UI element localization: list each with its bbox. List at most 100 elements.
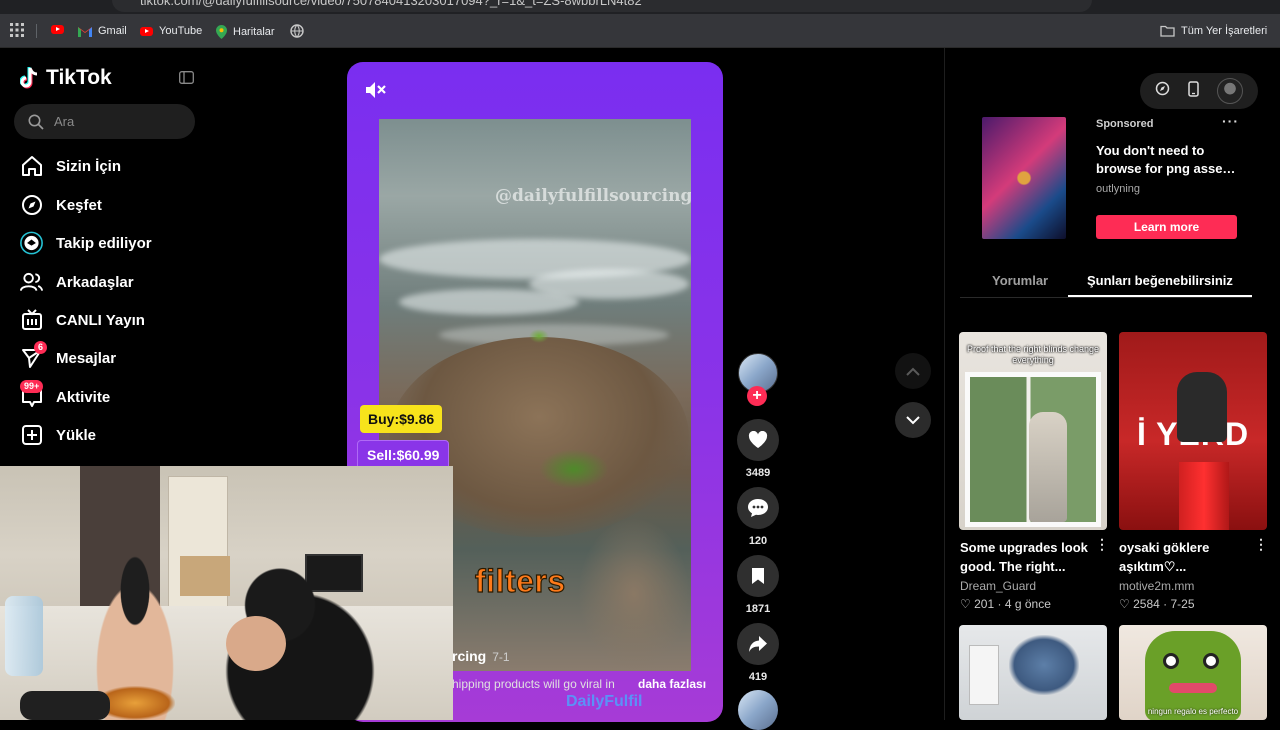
bookmark-gmail[interactable]: Gmail bbox=[78, 25, 127, 37]
top-controls bbox=[1140, 73, 1258, 109]
ad-more-options-icon[interactable]: ··· bbox=[1222, 113, 1239, 129]
sidebar-item-following[interactable]: Takip ediliyor bbox=[20, 231, 152, 255]
recommended-video-author[interactable]: Dream_Guard bbox=[960, 579, 1036, 593]
ad-text-line: browse for png asset... bbox=[1096, 161, 1236, 176]
sidebar-item-explore[interactable]: Keşfet bbox=[20, 193, 102, 217]
tab-comments[interactable]: Yorumlar bbox=[992, 273, 1048, 288]
recommended-video-stats: ♡ 201 · 4 g önce bbox=[960, 597, 1051, 611]
panel-divider bbox=[944, 48, 945, 720]
learn-more-button[interactable]: Learn more bbox=[1096, 215, 1237, 239]
mobile-icon[interactable] bbox=[1188, 80, 1199, 102]
sidebar-item-live[interactable]: CANLI Yayın bbox=[20, 308, 145, 332]
collapse-sidebar-icon[interactable] bbox=[179, 71, 194, 89]
sidebar-item-for-you[interactable]: Sizin İçin bbox=[20, 154, 121, 178]
profile-avatar[interactable] bbox=[1217, 78, 1243, 104]
active-tab-indicator bbox=[1068, 295, 1252, 297]
globe-icon[interactable] bbox=[290, 24, 304, 38]
bookmark-icon bbox=[752, 568, 764, 584]
video-watermark: @dailyfulfillsourcing bbox=[495, 186, 691, 206]
recommended-video-thumbnail[interactable]: İ YERD bbox=[1119, 332, 1267, 530]
friends-icon bbox=[20, 271, 43, 294]
sidebar-item-label: Takip ediliyor bbox=[56, 234, 152, 252]
recommended-video-title[interactable]: oysaki göklere aşıktım♡... bbox=[1119, 538, 1249, 576]
buy-price-tag: Buy:$9.86 bbox=[360, 405, 443, 433]
video-author[interactable]: rcing 7-1 bbox=[452, 648, 510, 664]
previous-video-button[interactable] bbox=[895, 353, 931, 389]
thumbnail-caption: Proof that the right blinds change every… bbox=[966, 344, 1100, 365]
more-options-icon[interactable]: ⋮ bbox=[1095, 536, 1109, 553]
comment-icon bbox=[748, 499, 768, 517]
like-button[interactable] bbox=[737, 419, 779, 461]
sidebar-item-activity[interactable]: 99+ Aktivite bbox=[20, 379, 111, 409]
bookmark-label: Haritalar bbox=[233, 26, 275, 38]
recommended-video-stats: ♡ 2584 · 7-25 bbox=[1119, 597, 1195, 611]
logo-text: TikTok bbox=[46, 66, 112, 89]
live-icon bbox=[20, 309, 43, 332]
video-age: 7-25 bbox=[1170, 597, 1195, 611]
brand-overlay: DailyFulfil bbox=[566, 693, 643, 710]
tiktok-note-icon bbox=[20, 67, 38, 89]
bookmark-maps[interactable]: Haritalar bbox=[216, 25, 275, 39]
maps-pin-icon bbox=[216, 25, 227, 39]
see-more-link[interactable]: daha fazlası bbox=[638, 677, 706, 691]
ad-thumbnail[interactable] bbox=[982, 117, 1066, 239]
activity-icon: 99+ bbox=[20, 379, 44, 409]
video-date: 7-1 bbox=[492, 650, 510, 664]
share-button[interactable] bbox=[737, 623, 779, 665]
sidebar-item-upload[interactable]: Yükle bbox=[20, 423, 96, 447]
title-line: aşıktım♡... bbox=[1119, 559, 1187, 574]
messages-icon: 6 bbox=[20, 340, 48, 370]
sidebar-item-label: Aktivite bbox=[56, 388, 111, 406]
url-field[interactable]: tiktok.com/@dailyfulfillsource/video/750… bbox=[112, 0, 1092, 12]
title-line: good. The right... bbox=[960, 559, 1066, 574]
panel-tabs: Yorumlar Şunları beğenebilirsiniz bbox=[960, 264, 1252, 298]
recommended-video-title[interactable]: Some upgrades look good. The right... bbox=[960, 538, 1090, 576]
heart-outline-icon: ♡ bbox=[960, 597, 971, 611]
upload-icon bbox=[20, 424, 43, 447]
share-icon bbox=[749, 636, 767, 652]
recommended-video-author[interactable]: motive2m.mm bbox=[1119, 579, 1194, 593]
sidebar-item-friends[interactable]: Arkadaşlar bbox=[20, 270, 134, 294]
next-creator-avatar[interactable] bbox=[738, 690, 778, 730]
bookmark-separator bbox=[36, 24, 37, 38]
sidebar-item-messages[interactable]: 6 Mesajlar bbox=[20, 340, 116, 370]
gmail-icon bbox=[78, 26, 92, 37]
ad-text-line: You don't need to bbox=[1096, 143, 1205, 158]
recommended-video-thumbnail[interactable] bbox=[959, 625, 1107, 720]
comment-button[interactable] bbox=[737, 487, 779, 529]
author-name: rcing bbox=[452, 648, 487, 664]
follow-button[interactable]: + bbox=[747, 386, 767, 406]
apps-grid-icon[interactable] bbox=[10, 23, 24, 37]
video-age: 4 g önce bbox=[1004, 597, 1051, 611]
bookmark-label: Gmail bbox=[98, 25, 127, 37]
following-icon bbox=[20, 231, 43, 255]
tiktok-logo[interactable]: TikTok bbox=[20, 66, 112, 90]
heart-icon bbox=[748, 431, 768, 448]
chevron-down-icon bbox=[906, 415, 920, 424]
next-video-button[interactable] bbox=[895, 402, 931, 438]
comment-count: 120 bbox=[748, 535, 768, 547]
recommended-video-thumbnail[interactable]: ningun regalo es perfecto bbox=[1119, 625, 1267, 720]
bookmark-youtube[interactable]: YouTube bbox=[140, 25, 202, 37]
like-count: 3489 bbox=[745, 467, 771, 479]
sidebar-item-label: Sizin İçin bbox=[56, 157, 122, 175]
youtube-shortcut[interactable] bbox=[51, 25, 64, 34]
recommended-video-thumbnail[interactable]: Proof that the right blinds change every… bbox=[959, 332, 1107, 530]
all-bookmarks-button[interactable]: Tüm Yer İşaretleri bbox=[1160, 25, 1267, 37]
title-line: Some upgrades look bbox=[960, 540, 1088, 555]
search-box[interactable] bbox=[14, 104, 195, 139]
ad-brand: outlyning bbox=[1096, 183, 1141, 195]
home-icon bbox=[20, 155, 43, 178]
sidebar-item-label: Yükle bbox=[56, 426, 97, 444]
sponsored-label: Sponsored bbox=[1096, 118, 1154, 130]
save-button[interactable] bbox=[737, 555, 779, 597]
compass-icon[interactable] bbox=[1155, 81, 1170, 101]
more-options-icon[interactable]: ⋮ bbox=[1254, 536, 1268, 553]
sidebar-item-label: CANLI Yayın bbox=[56, 311, 145, 329]
share-count: 419 bbox=[748, 671, 768, 683]
mute-button[interactable] bbox=[364, 80, 388, 105]
tab-you-may-like[interactable]: Şunları beğenebilirsiniz bbox=[1087, 273, 1233, 288]
search-input[interactable] bbox=[54, 114, 184, 129]
browser-address-bar: tiktok.com/@dailyfulfillsource/video/750… bbox=[0, 0, 1280, 14]
search-icon bbox=[28, 114, 44, 130]
